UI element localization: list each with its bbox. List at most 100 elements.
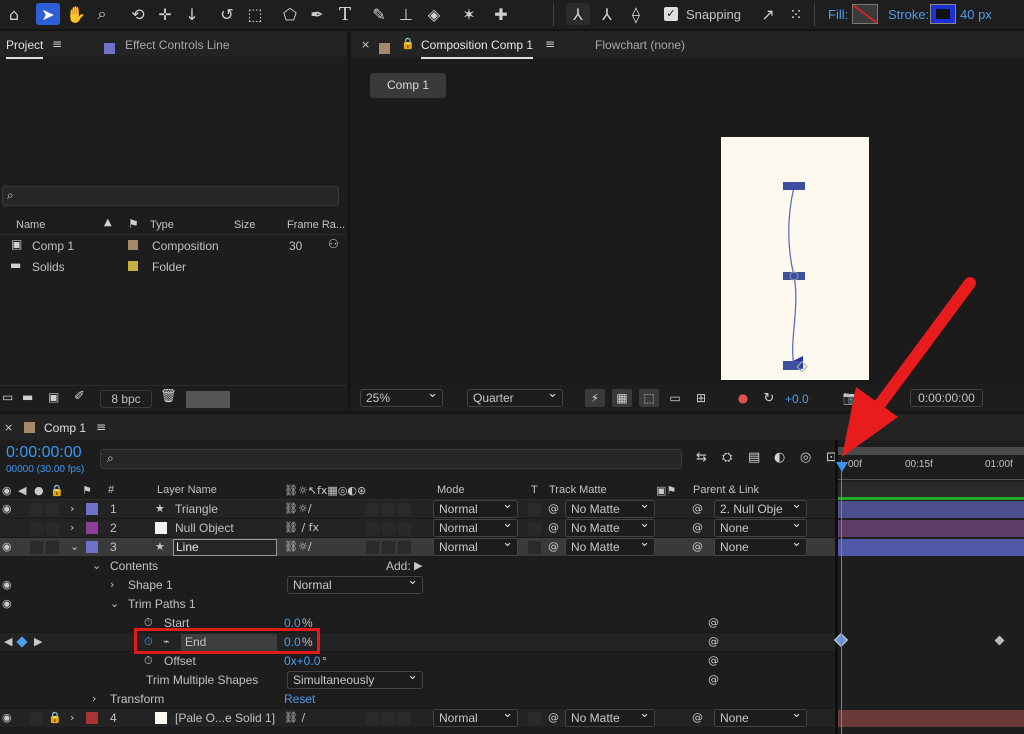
offset-value[interactable]: 0x+0.0 xyxy=(284,652,320,671)
eye-icon[interactable]: ◉ xyxy=(2,502,12,515)
layer-label-color[interactable] xyxy=(86,541,98,553)
expand-chevron-icon[interactable]: › xyxy=(92,692,96,705)
new-folder-icon[interactable]: ▬ xyxy=(22,390,33,404)
adjust-icon[interactable]: ✐ xyxy=(74,389,85,404)
parent-pickwhip-icon[interactable]: @ xyxy=(692,711,703,724)
timeline-search-input[interactable]: ⌕ xyxy=(100,449,682,469)
solo-toggle-icon[interactable]: ● xyxy=(34,484,44,497)
view-axis-icon[interactable]: ⟠ xyxy=(626,3,646,25)
label-tag-icon[interactable]: ⚑ xyxy=(82,484,92,497)
parent-dropdown[interactable]: None xyxy=(714,706,807,727)
fast-previews-icon[interactable]: ⚡ xyxy=(585,389,605,407)
expression-pickwhip-icon[interactable]: @ xyxy=(708,654,719,667)
orbit-camera-icon[interactable]: ⟲ xyxy=(128,3,148,25)
expand-chevron-icon[interactable]: › xyxy=(110,578,114,591)
close-icon[interactable]: × xyxy=(361,38,370,51)
col-layer-name[interactable]: Layer Name xyxy=(157,484,217,496)
tab-effect-controls[interactable]: Effect Controls Line xyxy=(125,38,230,52)
frame-blending-icon[interactable]: ◐ xyxy=(774,450,785,465)
label-tag-icon[interactable]: ⚑ xyxy=(128,217,139,231)
snap-grid-icon[interactable]: ⁙ xyxy=(786,3,806,25)
tab-timeline-comp[interactable]: Comp 1 xyxy=(44,421,86,435)
lock-toggle-icon[interactable]: 🔒 xyxy=(50,484,64,497)
col-frame-rate[interactable]: Frame Ra... xyxy=(287,219,345,231)
col-track-matte[interactable]: Track Matte xyxy=(549,484,607,496)
keyframe-end[interactable] xyxy=(994,635,1005,646)
layer-mode-dropdown[interactable]: Normal xyxy=(433,706,518,727)
resolution-dropdown[interactable]: Quarter xyxy=(467,386,563,407)
transform-reset-link[interactable]: Reset xyxy=(284,690,315,709)
stopwatch-icon[interactable]: ⏱ xyxy=(144,654,153,668)
layer-label-color[interactable] xyxy=(86,503,98,515)
sort-up-icon[interactable]: ▲ xyxy=(104,217,112,228)
property-end[interactable]: ◀ ▶ ⏱ ⌁ End 0.0 % @ xyxy=(0,628,835,654)
new-comp-icon[interactable]: ▣ xyxy=(48,390,59,404)
layer-switches-icons[interactable]: ⛓☼∕ xyxy=(284,502,312,515)
stroke-swatch[interactable] xyxy=(930,4,956,24)
eye-icon[interactable]: ◉ xyxy=(2,540,12,553)
track-matte-pickwhip-icon[interactable]: @ xyxy=(548,521,559,534)
col-parent-link[interactable]: Parent & Link xyxy=(693,484,759,496)
eye-icon[interactable]: ◉ xyxy=(2,711,12,724)
panel-menu-icon[interactable]: ≡ xyxy=(545,37,555,51)
zoom-tool-icon[interactable]: ⌕ xyxy=(92,3,112,25)
property-shape1[interactable]: ◉ › Shape 1 Normal xyxy=(0,573,835,595)
property-transform[interactable]: › Transform Reset xyxy=(0,690,835,709)
transparency-grid-icon[interactable]: ▦ xyxy=(612,389,632,407)
exposure-reset-icon[interactable]: ↻ xyxy=(759,389,779,407)
track-matte-pickwhip-icon[interactable]: @ xyxy=(548,502,559,515)
collapse-chevron-icon[interactable]: ⌄ xyxy=(70,540,79,553)
video-toggle-icon[interactable]: ◉ xyxy=(2,484,12,497)
layer-label-color[interactable] xyxy=(86,522,98,534)
layer-row-line[interactable]: ◉ ⌄ 3 ★ Line ⛓☼∕ Normal @ No Matte @ Non… xyxy=(0,535,835,557)
parent-pickwhip-icon[interactable]: @ xyxy=(692,521,703,534)
fill-swatch[interactable] xyxy=(852,4,878,24)
layer-bar-triangle[interactable] xyxy=(838,501,1024,518)
puppet-pin-icon[interactable]: ✚ xyxy=(491,3,511,25)
channels-icon[interactable]: ● xyxy=(733,389,753,407)
stopwatch-active-icon[interactable]: ⏱ xyxy=(144,635,153,649)
comp-breadcrumb[interactable]: Comp 1 xyxy=(370,73,446,98)
project-item-solids[interactable]: ▬ Solids Folder xyxy=(0,256,330,276)
tab-flowchart[interactable]: Flowchart (none) xyxy=(595,38,685,52)
clone-stamp-icon[interactable]: ⊥ xyxy=(396,3,416,25)
tab-project[interactable]: Project xyxy=(6,38,44,59)
timeline-timecode[interactable]: 0:00:00:00 xyxy=(6,444,82,462)
hide-shy-icon[interactable]: ▤ xyxy=(748,450,760,465)
local-axis-icon[interactable]: ⅄ xyxy=(566,3,590,25)
layer-bar-null[interactable] xyxy=(838,520,1024,537)
pan-behind-icon[interactable]: ⬚ xyxy=(244,3,266,25)
snapping-checkbox[interactable]: ✓ xyxy=(664,7,678,21)
layer-name[interactable]: Null Object xyxy=(175,519,234,538)
pen-tool-icon[interactable]: ✒ xyxy=(307,3,327,25)
graph-icon[interactable]: ⌁ xyxy=(163,635,170,648)
property-start[interactable]: ⏱ Start 0.0 % @ xyxy=(0,614,835,633)
parent-pickwhip-icon[interactable]: @ xyxy=(692,502,703,515)
layer-switches-icons[interactable]: ⛓ ∕ fx xyxy=(284,521,319,534)
lock-toggle-icon[interactable]: 🔒 xyxy=(48,711,62,724)
selection-tool-icon[interactable]: ➤ xyxy=(36,3,60,25)
roto-brush-icon[interactable]: ✶ xyxy=(459,3,479,25)
dolly-camera-icon[interactable]: ↓ xyxy=(182,3,202,25)
home-icon[interactable]: ⌂ xyxy=(4,3,24,25)
panel-menu-icon[interactable]: ≡ xyxy=(96,420,106,434)
track-matte-pickwhip-icon[interactable]: @ xyxy=(548,711,559,724)
add-keyframe-icon[interactable] xyxy=(16,636,28,648)
flowchart-icon[interactable]: ⚇ xyxy=(328,237,339,251)
expand-chevron-icon[interactable]: › xyxy=(70,521,74,534)
layer-switches-icons[interactable]: ⛓☼∕ xyxy=(284,540,312,553)
hand-tool-icon[interactable]: ✋ xyxy=(66,3,86,25)
pan-camera-icon[interactable]: ✛ xyxy=(155,3,175,25)
snap-edges-icon[interactable]: ↗ xyxy=(758,3,778,25)
type-tool-icon[interactable]: T xyxy=(334,3,356,25)
layer-bar-solid[interactable] xyxy=(838,710,1024,727)
color-swatch[interactable] xyxy=(186,391,230,408)
col-name[interactable]: Name xyxy=(16,219,45,231)
layer-name[interactable]: Triangle xyxy=(175,500,218,519)
shape-tool-icon[interactable]: ⬠ xyxy=(279,3,301,25)
track-matte-pickwhip-icon[interactable]: @ xyxy=(548,540,559,553)
project-search-input[interactable]: ⌕ xyxy=(2,186,339,206)
layer-name[interactable]: Line xyxy=(176,538,199,557)
world-axis-icon[interactable]: ⅄ xyxy=(597,3,617,25)
brush-tool-icon[interactable]: ✎ xyxy=(369,3,389,25)
